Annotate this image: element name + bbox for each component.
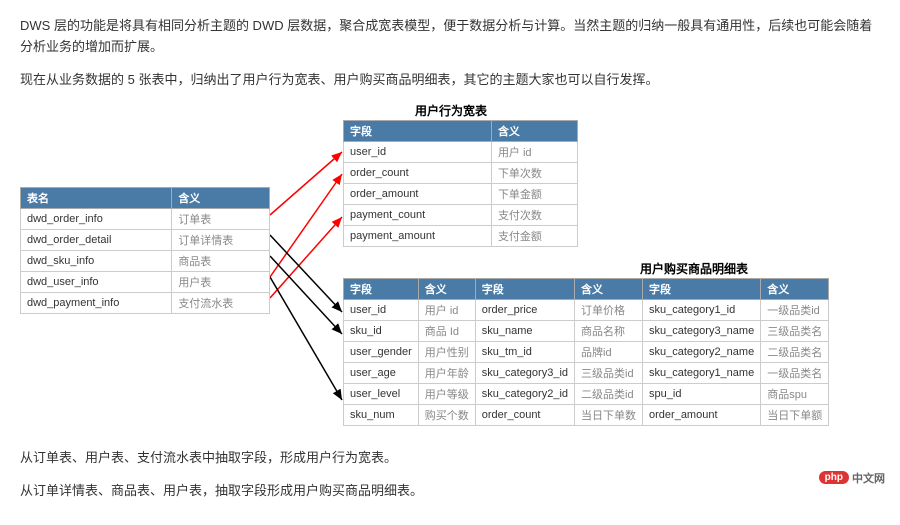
th: 字段 (344, 279, 419, 300)
th: 字段 (344, 121, 492, 142)
th: 含义 (418, 279, 475, 300)
site-logo: php 中文网 (819, 470, 885, 486)
table-row: dwd_order_info订单表 (21, 209, 270, 230)
source-table: 表名 含义 dwd_order_info订单表 dwd_order_detail… (20, 187, 270, 314)
table-row: order_count下单次数 (344, 163, 578, 184)
diagram-container: 表名 含义 dwd_order_info订单表 dwd_order_detail… (20, 102, 880, 442)
caption-detail: 用户购买商品明细表 (640, 260, 748, 277)
table-row: payment_count支付次数 (344, 205, 578, 226)
table-row: dwd_user_info用户表 (21, 272, 270, 293)
logo-badge: php (819, 471, 849, 484)
th: 含义 (761, 279, 829, 300)
paragraph-summary: 现在从业务数据的 5 张表中，归纳出了用户行为宽表、用户购买商品明细表，其它的主… (20, 70, 880, 91)
table-row: user_level用户等级 sku_category2_id二级品类id sp… (344, 384, 829, 405)
th: 字段 (475, 279, 574, 300)
table-row: payment_amount支付金额 (344, 226, 578, 247)
th: 含义 (491, 121, 577, 142)
logo-text: 中文网 (852, 470, 885, 486)
paragraph-intro: DWS 层的功能是将具有相同分析主题的 DWD 层数据，聚合成宽表模型，便于数据… (20, 16, 880, 58)
paragraph-note1: 从订单表、用户表、支付流水表中抽取字段，形成用户行为宽表。 (20, 448, 880, 469)
table-row: order_amount下单金额 (344, 184, 578, 205)
table-row: dwd_payment_info支付流水表 (21, 293, 270, 314)
caption-behavior: 用户行为宽表 (415, 102, 487, 119)
detail-table: 字段 含义 字段 含义 字段 含义 user_id用户 id order_pri… (343, 278, 829, 426)
table-row: sku_num购买个数 order_count当日下单数 order_amoun… (344, 405, 829, 426)
table-row: user_age用户年龄 sku_category3_id三级品类id sku_… (344, 363, 829, 384)
behavior-table: 字段 含义 user_id用户 id order_count下单次数 order… (343, 120, 578, 247)
th: 表名 (21, 188, 172, 209)
paragraph-note2: 从订单详情表、商品表、用户表，抽取字段形成用户购买商品明细表。 (20, 481, 880, 502)
table-row: dwd_order_detail订单详情表 (21, 230, 270, 251)
table-row: dwd_sku_info商品表 (21, 251, 270, 272)
th: 含义 (575, 279, 643, 300)
th: 含义 (172, 188, 270, 209)
table-row: user_id用户 id (344, 142, 578, 163)
th: 字段 (643, 279, 761, 300)
table-row: sku_id商品 Id sku_name商品名称 sku_category3_n… (344, 321, 829, 342)
table-row: user_gender用户性别 sku_tm_id品牌id sku_catego… (344, 342, 829, 363)
table-row: user_id用户 id order_price订单价格 sku_categor… (344, 300, 829, 321)
